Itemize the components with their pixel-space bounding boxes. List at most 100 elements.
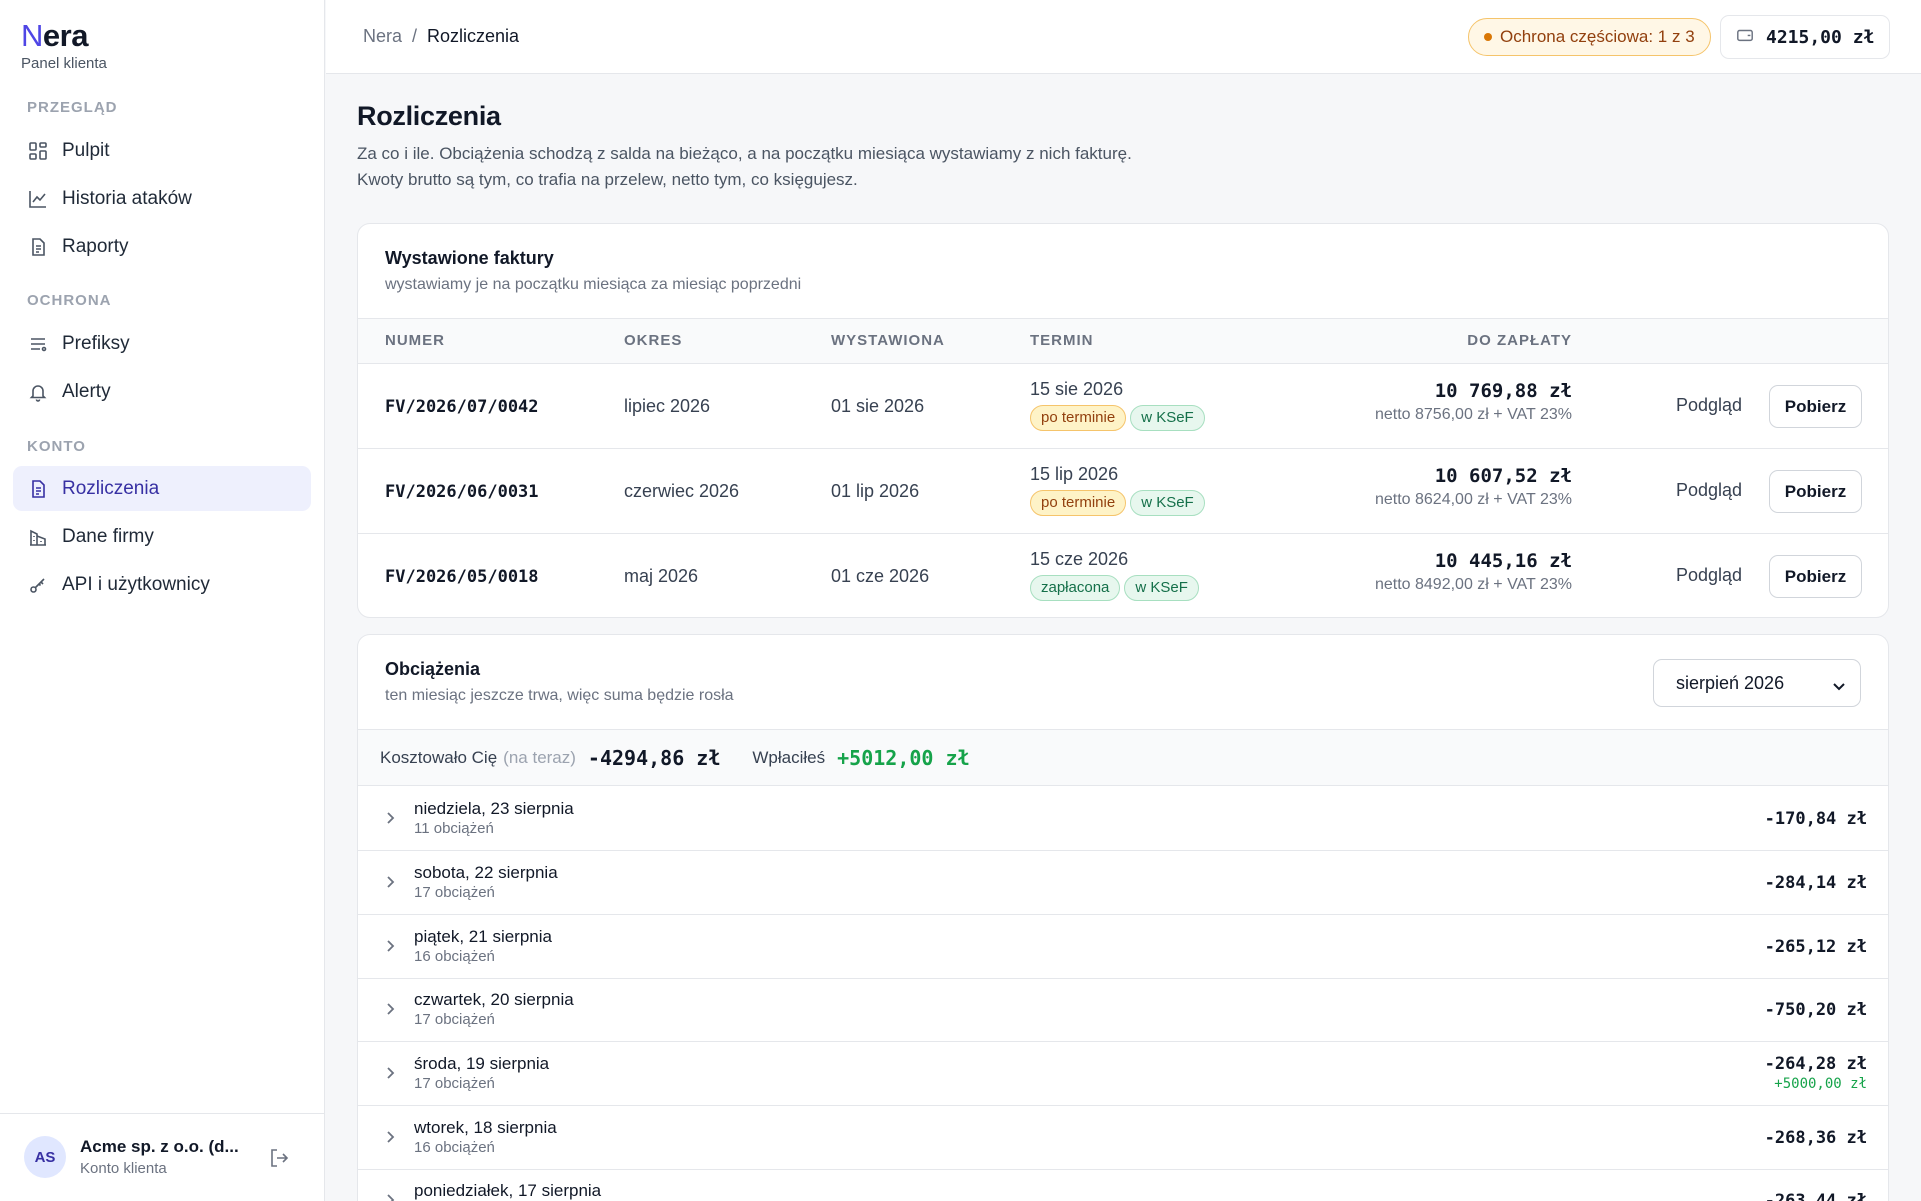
list-item[interactable]: poniedziałek, 17 sierpnia -263,44 zł [358, 1169, 1888, 1201]
status-badge: po terminie [1030, 490, 1127, 516]
logout-icon[interactable] [267, 1146, 291, 1170]
chart-line-icon [28, 189, 48, 209]
day-amount-group: -264,28 zł +5000,00 zł [1765, 1054, 1867, 1092]
preview-link[interactable]: Podgląd [1676, 565, 1742, 586]
brand-logo: Nera [21, 18, 88, 53]
ksef-badge: w KSeF [1130, 405, 1205, 431]
status-badge: po terminie [1030, 405, 1127, 431]
sidebar-item-api-users[interactable]: API i użytkownicy [13, 562, 311, 607]
day-amount: -264,28 zł [1764, 1054, 1867, 1074]
month-select-value: sierpień 2026 [1676, 672, 1785, 693]
day-title: niedziela, 23 sierpnia [414, 799, 574, 818]
invoice-due-cell: 15 cze 2026 zapłacona w KSeF [1030, 549, 1203, 601]
balance-display[interactable]: 4215,00 zł [1720, 15, 1891, 59]
invoice-period: lipiec 2026 [624, 396, 711, 416]
breadcrumb-separator: / [412, 26, 418, 46]
chevron-right-icon [383, 1064, 399, 1082]
list-item[interactable]: wtorek, 18 sierpnia 16 obciążeń -268,36 … [358, 1106, 1888, 1170]
dashboard-icon [28, 141, 48, 161]
page-description-line: Kwoty brutto są tym, co trafia na przele… [357, 170, 858, 189]
sidebar-item-prefixes[interactable]: Prefiksy [13, 321, 311, 366]
sidebar-item-company-data[interactable]: Dane firmy [13, 514, 311, 559]
invoice-due-date: 15 lip 2026 [1030, 464, 1119, 484]
list-item[interactable]: środa, 19 sierpnia 17 obciążeń -264,28 z… [358, 1042, 1888, 1106]
list-item[interactable]: czwartek, 20 sierpnia 17 obciążeń -750,2… [358, 978, 1888, 1042]
day-amount: -268,36 zł [1764, 1128, 1867, 1148]
download-button[interactable]: Pobierz [1769, 470, 1862, 513]
invoice-issued-date: 01 cze 2026 [831, 566, 930, 586]
building-icon [28, 527, 48, 547]
invoice-icon [28, 479, 48, 499]
invoice-gross: 10 445,16 zł [1434, 550, 1572, 572]
key-icon [28, 575, 48, 595]
invoices-card: Wystawione faktury wystawiamy je na pocz… [357, 223, 1889, 618]
avatar[interactable]: AS [24, 1136, 66, 1178]
column-header-issued: WYSTAWIONA [831, 332, 945, 349]
download-button[interactable]: Pobierz [1769, 385, 1862, 428]
invoice-amount: 10 607,52 zł netto 8624,00 zł + VAT 23% [1375, 465, 1572, 509]
page-description: Za co i ile. Obciążenia schodzą z salda … [357, 141, 1257, 193]
invoice-amount: 10 445,16 zł netto 8492,00 zł + VAT 23% [1375, 550, 1572, 594]
sidebar-item-alerts[interactable]: Alerty [13, 369, 311, 414]
sidebar: Nera Panel klienta PRZEGLĄD Pulpit Histo… [0, 0, 325, 1201]
chevron-right-icon [383, 1128, 399, 1146]
protection-status-text: Ochrona częściowa: 1 z 3 [1500, 27, 1695, 46]
sidebar-item-label: Raporty [62, 235, 129, 257]
breadcrumb-current: Rozliczenia [427, 26, 520, 46]
day-charge-count: 17 obciążeń [414, 1075, 495, 1092]
chevron-right-icon [383, 937, 399, 955]
column-header-number: NUMER [385, 332, 445, 349]
column-header-period: OKRES [624, 332, 683, 349]
list-item[interactable]: sobota, 22 sierpnia 17 obciążeń -284,14 … [358, 851, 1888, 915]
invoice-due-date: 15 sie 2026 [1030, 379, 1124, 399]
month-select[interactable]: sierpień 2026 [1653, 659, 1861, 707]
charges-subtitle: ten miesiąc jeszcze trwa, więc suma będz… [385, 687, 734, 704]
invoice-issued-date: 01 lip 2026 [831, 481, 920, 501]
invoice-due-cell: 15 sie 2026 po terminie w KSeF [1030, 379, 1209, 431]
page-description-line: Za co i ile. Obciążenia schodzą z salda … [357, 144, 1132, 163]
day-title: piątek, 21 sierpnia [414, 927, 552, 946]
sidebar-item-reports[interactable]: Raporty [13, 224, 311, 269]
account-name: Acme sp. z o.o. (d... [80, 1137, 239, 1156]
invoice-due-date: 15 cze 2026 [1030, 549, 1129, 569]
paid-label: Wpłaciłeś [752, 747, 826, 767]
invoice-number: FV/2026/05/0018 [385, 567, 539, 587]
day-amount: -750,20 zł [1764, 1000, 1867, 1020]
invoice-due-cell: 15 lip 2026 po terminie w KSeF [1030, 464, 1209, 516]
invoices-table-header: NUMER OKRES WYSTAWIONA TERMIN DO ZAPŁATY [358, 318, 1888, 364]
sidebar-item-label: Pulpit [62, 139, 110, 161]
sidebar-item-billing[interactable]: Rozliczenia [13, 466, 311, 511]
download-button[interactable]: Pobierz [1769, 555, 1862, 598]
day-amount: -265,12 zł [1764, 937, 1867, 957]
table-row: FV/2026/07/0042 lipiec 2026 01 sie 2026 … [358, 364, 1888, 449]
sidebar-item-label: Rozliczenia [62, 477, 160, 499]
chevron-right-icon [383, 1000, 399, 1018]
day-title: czwartek, 20 sierpnia [414, 990, 574, 1009]
invoice-gross: 10 769,88 zł [1434, 380, 1572, 402]
day-charge-count: 17 obciążeń [414, 884, 495, 901]
cost-note: (na teraz) [503, 747, 576, 767]
invoice-period: maj 2026 [624, 566, 699, 586]
charges-summary: Kosztowało Cię (na teraz) -4294,86 zł Wp… [358, 729, 1888, 786]
sidebar-item-label: Prefiksy [62, 332, 130, 354]
chevron-right-icon [383, 809, 399, 827]
balance-value: 4215,00 zł [1766, 26, 1875, 48]
sidebar-item-label: API i użytkownicy [62, 573, 210, 595]
invoice-number: FV/2026/07/0042 [385, 397, 539, 417]
brand[interactable]: Nera Panel klienta [21, 18, 107, 72]
sidebar-item-attack-history[interactable]: Historia ataków [13, 176, 311, 221]
invoice-number: FV/2026/06/0031 [385, 482, 539, 502]
sidebar-item-dashboard[interactable]: Pulpit [13, 128, 311, 173]
invoice-amount: 10 769,88 zł netto 8756,00 zł + VAT 23% [1375, 380, 1572, 424]
cost-value: -4294,86 zł [587, 745, 721, 770]
preview-link[interactable]: Podgląd [1676, 480, 1742, 501]
invoices-title: Wystawione faktury [385, 248, 554, 268]
list-item[interactable]: niedziela, 23 sierpnia 11 obciążeń -170,… [358, 787, 1888, 851]
protection-status-badge[interactable]: Ochrona częściowa: 1 z 3 [1468, 18, 1711, 56]
column-header-amount-due: DO ZAPŁATY [1467, 332, 1572, 349]
list-item[interactable]: piątek, 21 sierpnia 16 obciążeń -265,12 … [358, 915, 1888, 979]
sidebar-item-label: Alerty [62, 380, 111, 402]
preview-link[interactable]: Podgląd [1676, 395, 1742, 416]
breadcrumb-root[interactable]: Nera [363, 26, 402, 47]
document-icon [28, 237, 48, 257]
